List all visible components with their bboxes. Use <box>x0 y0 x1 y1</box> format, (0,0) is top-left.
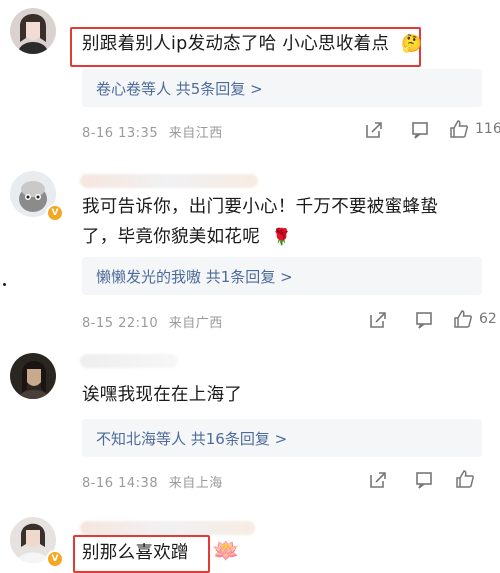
username-blurred <box>80 521 255 535</box>
like-count: 62 <box>479 311 497 327</box>
like-count: 116 <box>475 121 500 137</box>
like-icon[interactable] <box>449 119 469 139</box>
reply-summary[interactable]: 不知北海等人 共16条回复 > <box>82 419 482 457</box>
comment-icon[interactable] <box>410 120 430 140</box>
comment-text: 别那么喜欢蹭 <box>82 543 189 563</box>
username-blurred <box>80 174 258 188</box>
comment-meta: 8-16 13:35 来自江西 <box>82 122 223 141</box>
comment-icon[interactable] <box>414 310 434 330</box>
lotus-emoji: 🪷 <box>212 539 240 564</box>
comment-4: V 别那么喜欢蹭 🪷 <box>0 505 500 573</box>
comment-meta: 8-16 14:38 来自上海 <box>82 472 223 491</box>
stray-dot <box>3 283 6 286</box>
comment-date: 8-15 22:10 <box>82 316 159 331</box>
reply-summary[interactable]: 懒懒发光的我嗷 共1条回复 > <box>82 257 482 295</box>
like-icon[interactable] <box>455 469 475 489</box>
avatar[interactable] <box>10 353 56 399</box>
avatar-image <box>10 353 56 399</box>
comment-2: V 我可告诉你，出门要小心！千万不要被蜜蜂蛰 了，毕竟你貌美如花呢 🌹 懒懒发光… <box>0 160 500 340</box>
thinking-emoji: 🤔 <box>401 34 423 54</box>
verified-badge-icon: V <box>46 204 64 222</box>
comment-date: 8-16 14:38 <box>82 476 159 491</box>
comment-3: 诶嘿我现在在上海了 不知北海等人 共16条回复 > 8-16 14:38 来自上… <box>0 340 500 505</box>
avatar-image <box>10 8 56 54</box>
comment-location: 来自上海 <box>168 476 223 491</box>
share-icon[interactable] <box>364 120 384 140</box>
like-icon[interactable] <box>453 309 473 329</box>
share-icon[interactable] <box>368 470 388 490</box>
avatar[interactable] <box>10 8 56 54</box>
rose-emoji: 🌹 <box>271 227 293 246</box>
comment-1: 别跟着别人ip发动态了哈 小心思收着点 🤔 卷心卷等人 共5条回复 > 8-16… <box>0 0 500 160</box>
share-icon[interactable] <box>368 310 388 330</box>
username-blurred <box>80 354 178 368</box>
comment-date: 8-16 13:35 <box>82 126 159 141</box>
comment-location: 来自江西 <box>168 126 223 141</box>
verified-badge-icon: V <box>46 550 64 568</box>
comment-meta: 8-15 22:10 来自广西 <box>82 312 223 331</box>
comment-text: 别跟着别人ip发动态了哈 小心思收着点 🤔 <box>82 34 423 54</box>
reply-summary[interactable]: 卷心卷等人 共5条回复 > <box>82 69 482 107</box>
comment-icon[interactable] <box>414 470 434 490</box>
comment-text: 诶嘿我现在在上海了 <box>82 385 243 405</box>
comment-text: 我可告诉你，出门要小心！千万不要被蜜蜂蛰 了，毕竟你貌美如花呢 🌹 <box>82 197 438 247</box>
comment-location: 来自广西 <box>168 316 223 331</box>
